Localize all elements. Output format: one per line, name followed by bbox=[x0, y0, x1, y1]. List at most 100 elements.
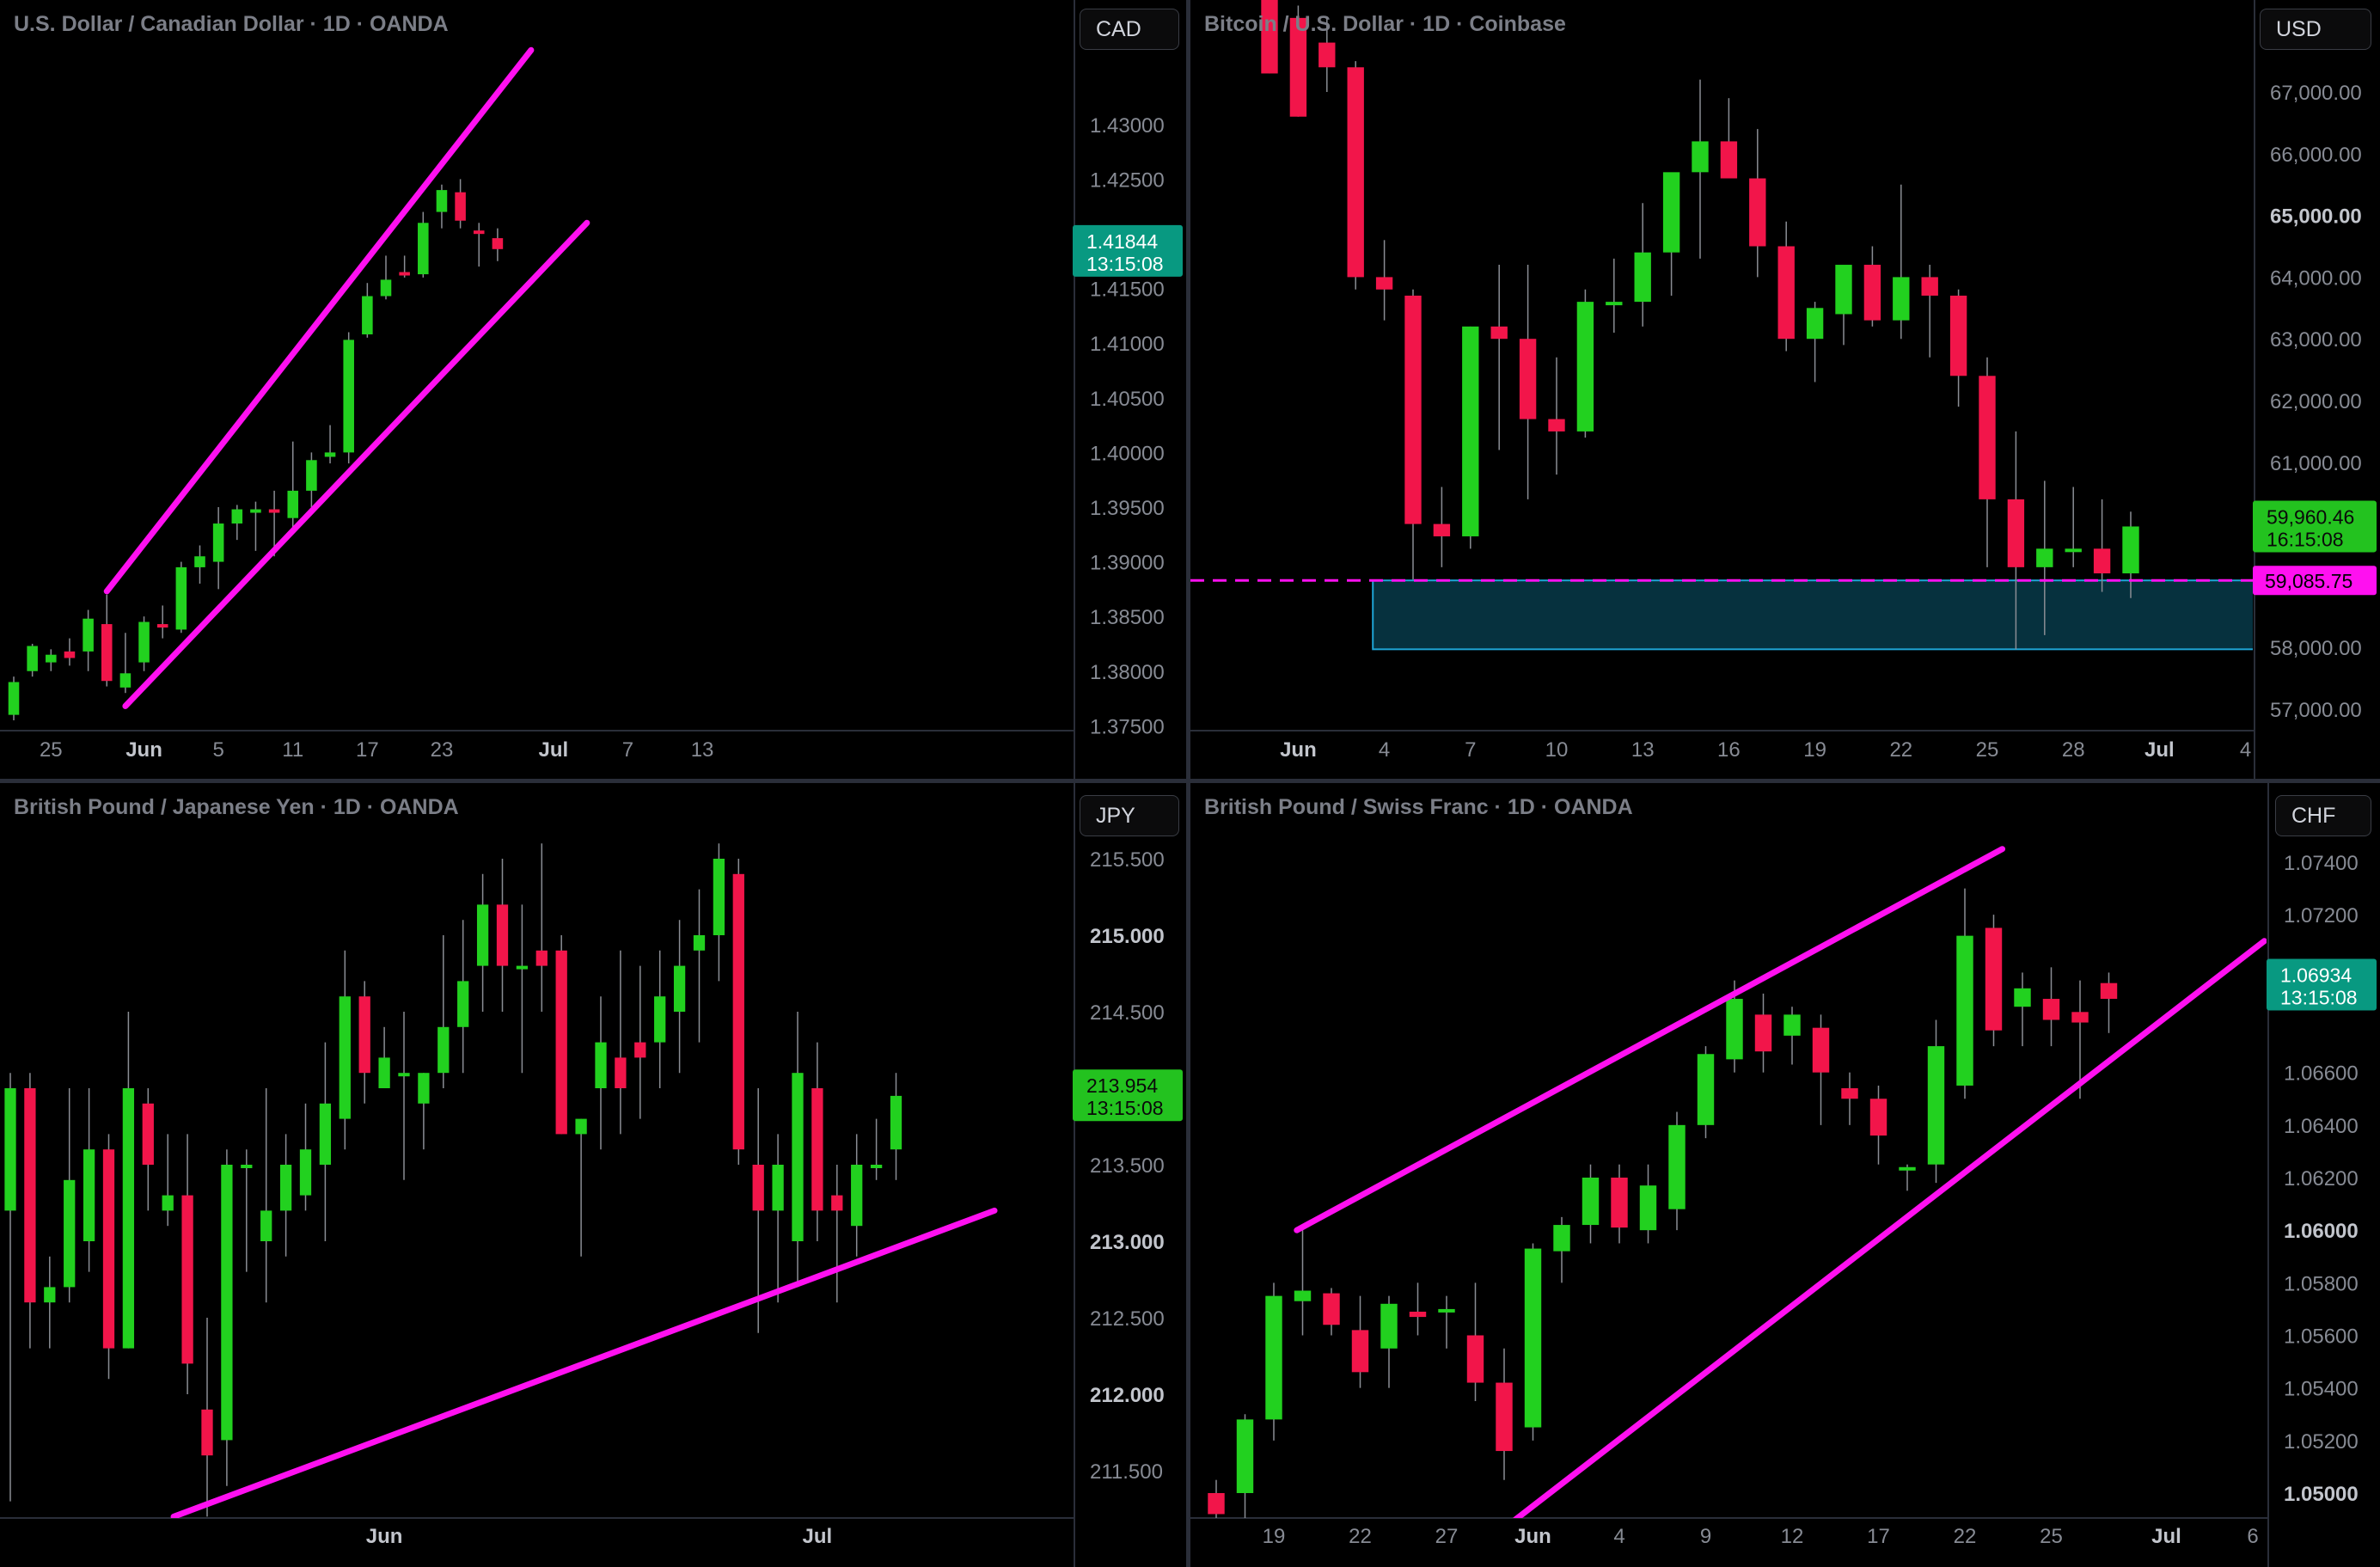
candle-up bbox=[343, 340, 354, 453]
y-tick-label: 61,000.00 bbox=[2270, 452, 2362, 475]
candle-down bbox=[142, 1103, 154, 1165]
last-price-timer: 13:15:08 bbox=[2280, 987, 2358, 1009]
y-tick-label: 57,000.00 bbox=[2270, 699, 2362, 722]
x-tick-label: 16 bbox=[1717, 738, 1741, 762]
candle-up bbox=[1692, 141, 1709, 173]
candle-up bbox=[324, 452, 336, 457]
y-tick-label: 1.38500 bbox=[1090, 606, 1165, 629]
x-tick-label: Jul bbox=[2151, 1525, 2181, 1548]
candle-up bbox=[175, 566, 187, 630]
currency-selector[interactable]: CAD bbox=[1080, 9, 1179, 50]
candle-up bbox=[2122, 526, 2139, 574]
candle-up bbox=[250, 509, 261, 513]
chart-panel-btcusd[interactable]: 57,000.00 58,000.00 61,000.00 62,000.00 63,0… bbox=[1190, 0, 2380, 779]
x-tick-label: 7 bbox=[622, 738, 633, 762]
candle-up bbox=[4, 1088, 16, 1211]
chart-svg-btcusd[interactable]: 57,000.00 58,000.00 61,000.00 62,000.00 63,0… bbox=[1190, 0, 2380, 779]
x-tick-label: 4 bbox=[1379, 738, 1390, 762]
x-tick-label: Jun bbox=[366, 1525, 403, 1548]
last-price-timer: 13:15:08 bbox=[1086, 1097, 1164, 1119]
candle-up bbox=[575, 1118, 587, 1135]
currency-selector[interactable]: USD bbox=[2260, 9, 2371, 50]
last-price-value: 59,960.46 bbox=[2267, 505, 2354, 528]
candle-up bbox=[279, 1165, 292, 1211]
candle-down bbox=[2071, 1012, 2089, 1023]
candle-up bbox=[64, 1179, 76, 1288]
candle-down bbox=[1347, 67, 1364, 278]
y-tick-label: 1.07200 bbox=[2284, 904, 2359, 927]
candle-up bbox=[260, 1210, 272, 1241]
x-tick-label: 9 bbox=[1700, 1525, 1711, 1548]
candle-down bbox=[64, 651, 76, 658]
candle-up bbox=[162, 1195, 174, 1211]
y-tick-label: 1.05800 bbox=[2284, 1272, 2359, 1295]
candle-up bbox=[1639, 1185, 1657, 1231]
candle-up bbox=[1697, 1054, 1715, 1125]
candle-up bbox=[1634, 252, 1651, 303]
y-tick-label: 1.05600 bbox=[2284, 1325, 2359, 1349]
candle-up bbox=[362, 296, 373, 335]
x-tick-label: Jul bbox=[803, 1525, 833, 1548]
x-tick-label: 17 bbox=[1867, 1525, 1890, 1548]
y-tick-label: 67,000.00 bbox=[2270, 82, 2362, 105]
candle-up bbox=[436, 190, 448, 212]
currency-selector[interactable]: CHF bbox=[2275, 795, 2371, 836]
panel-divider-vertical[interactable] bbox=[1186, 0, 1190, 1567]
y-tick-label: 1.40000 bbox=[1090, 442, 1165, 465]
chart-svg-gbpchf[interactable]: 1.05000 1.05200 1.05400 1.05600 1.05800 1.060… bbox=[1190, 783, 2380, 1567]
candle-up bbox=[792, 1073, 804, 1241]
last-price-value: 213.954 bbox=[1086, 1074, 1158, 1097]
x-tick-label: 4 bbox=[1613, 1525, 1624, 1548]
panel-divider-horizontal[interactable] bbox=[0, 779, 2380, 783]
candle-down bbox=[1863, 265, 1881, 321]
y-tick-label: 62,000.00 bbox=[2270, 390, 2362, 413]
candle-up bbox=[418, 1073, 430, 1104]
candle-up bbox=[398, 1073, 410, 1077]
candle-down bbox=[1611, 1178, 1628, 1228]
candle-down bbox=[1979, 376, 1996, 499]
y-tick-label: 65,000.00 bbox=[2270, 205, 2362, 229]
candle-down bbox=[268, 509, 280, 513]
candle-up bbox=[870, 1165, 883, 1168]
candle-down bbox=[555, 950, 567, 1135]
x-tick-label: 19 bbox=[1263, 1525, 1286, 1548]
candle-up bbox=[221, 1165, 233, 1441]
chart-panel-gbpjpy[interactable]: 211.500212.000212.500213.000213.500214.0… bbox=[0, 783, 1186, 1567]
candle-up bbox=[27, 646, 38, 671]
candle-down bbox=[1720, 141, 1738, 179]
candle-up bbox=[1783, 1014, 1801, 1036]
candle-up bbox=[1294, 1290, 1312, 1301]
x-tick-label: 19 bbox=[1803, 738, 1826, 762]
chart-svg-usdcad[interactable]: 1.37500 1.38000 1.38500 1.39000 1.39500 1.400… bbox=[0, 0, 1186, 779]
currency-selector[interactable]: JPY bbox=[1080, 795, 1179, 836]
candle-down bbox=[811, 1088, 823, 1211]
candle-down bbox=[201, 1409, 213, 1456]
candle-down bbox=[24, 1088, 36, 1303]
candle-down bbox=[1869, 1099, 1887, 1136]
trendline bbox=[1513, 938, 2267, 1518]
candle-down bbox=[2100, 982, 2118, 1000]
x-tick-label: 12 bbox=[1781, 1525, 1804, 1548]
candle-down bbox=[831, 1195, 843, 1211]
chart-svg-gbpjpy[interactable]: 211.500212.000212.500213.000213.500214.0… bbox=[0, 783, 1186, 1567]
candle-up bbox=[83, 1149, 95, 1241]
x-tick-label: 7 bbox=[1465, 738, 1476, 762]
candle-down bbox=[1323, 1293, 1340, 1325]
candle-up bbox=[1899, 1166, 1916, 1171]
chart-panel-gbpchf[interactable]: 1.05000 1.05200 1.05400 1.05600 1.05800 1.060… bbox=[1190, 783, 2380, 1567]
y-tick-label: 214.500 bbox=[1090, 1001, 1165, 1025]
chart-panel-usdcad[interactable]: 1.37500 1.38000 1.38500 1.39000 1.39500 1.400… bbox=[0, 0, 1186, 779]
candle-down bbox=[1490, 326, 1508, 340]
plot-area bbox=[4, 843, 998, 1518]
candle-up bbox=[418, 223, 429, 275]
x-tick-label: 25 bbox=[2040, 1525, 2063, 1548]
candle-up bbox=[46, 654, 57, 663]
candle-down bbox=[2093, 548, 2111, 574]
candle-up bbox=[1893, 277, 1910, 321]
candle-down bbox=[1519, 339, 1537, 419]
candle-up bbox=[1606, 302, 1623, 306]
trendline bbox=[1294, 846, 2006, 1233]
y-tick-label: 213.000 bbox=[1090, 1231, 1165, 1254]
y-tick-label: 1.05400 bbox=[2284, 1378, 2359, 1401]
candle-down bbox=[615, 1057, 627, 1088]
